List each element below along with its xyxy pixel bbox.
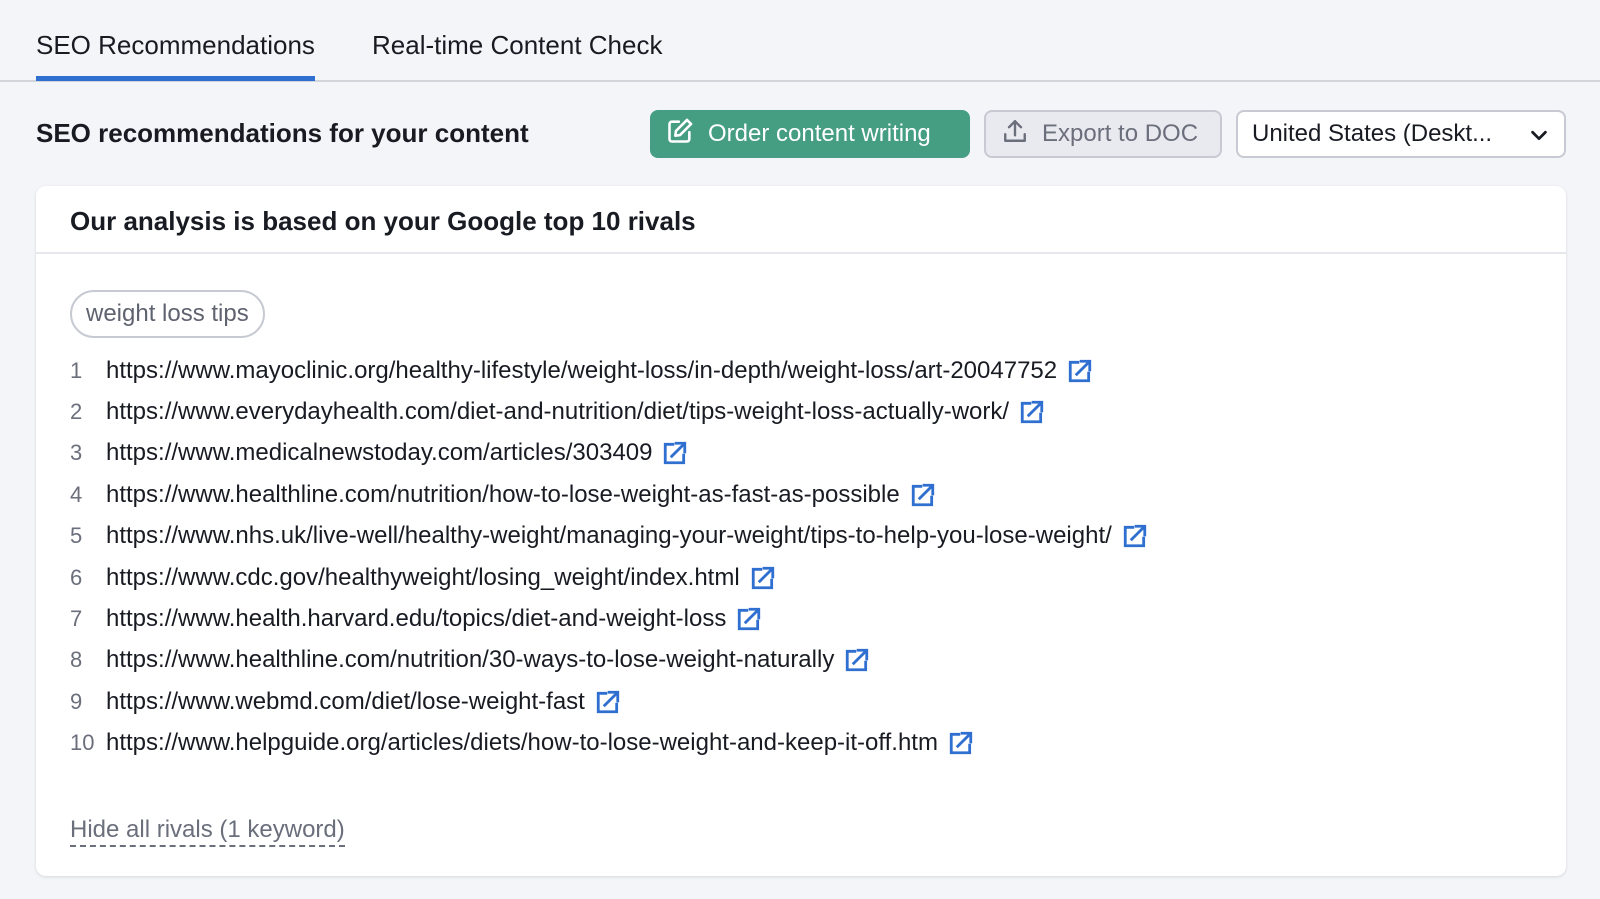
tab-real-time-content-check[interactable]: Real-time Content Check	[372, 30, 662, 61]
rivals-list: 1 https://www.mayoclinic.org/healthy-life…	[70, 350, 1148, 764]
rival-item: 7 https://www.health.harvard.edu/topics/d…	[70, 598, 1148, 639]
rivals-card: Our analysis is based on your Google top…	[36, 186, 1566, 876]
rival-item: 3 https://www.medicalnewstoday.com/articl…	[70, 433, 1148, 474]
rival-rank: 4	[70, 481, 83, 507]
order-content-writing-label: Order content writing	[708, 120, 931, 147]
rival-rank: 6	[70, 564, 83, 590]
rival-rank: 1	[70, 357, 83, 383]
upload-icon	[1002, 118, 1028, 151]
keyword-chip[interactable]: weight loss tips	[70, 290, 265, 338]
rival-url: https://www.health.harvard.edu/topics/di…	[106, 605, 727, 633]
edit-icon	[666, 117, 694, 152]
tab-bar: SEO Recommendations Real-time Content Ch…	[0, 0, 1600, 82]
rival-rank: 3	[70, 440, 83, 466]
external-link-icon[interactable]	[595, 689, 621, 715]
rival-rank: 5	[70, 523, 83, 549]
rival-rank: 7	[70, 606, 83, 632]
external-link-icon[interactable]	[736, 606, 762, 632]
tab-seo-recommendations[interactable]: SEO Recommendations	[36, 30, 315, 81]
rival-url: https://www.medicalnewstoday.com/article…	[106, 439, 653, 467]
external-link-icon[interactable]	[1067, 358, 1093, 384]
rival-rank: 2	[70, 399, 83, 425]
rival-url: https://www.webmd.com/diet/lose-weight-f…	[106, 687, 585, 715]
rival-url: https://www.cdc.gov/healthyweight/losing…	[106, 563, 740, 591]
external-link-icon[interactable]	[844, 647, 870, 673]
rival-url: https://www.nhs.uk/live-well/healthy-wei…	[106, 522, 1112, 550]
rival-url: https://www.healthline.com/nutrition/30-…	[106, 646, 835, 674]
section-title: SEO recommendations for your content	[36, 118, 529, 148]
chevron-down-icon	[1528, 124, 1550, 153]
hide-all-rivals-link[interactable]: Hide all rivals (1 keyword)	[70, 816, 345, 847]
rival-item: 6 https://www.cdc.gov/healthyweight/losin…	[70, 557, 1148, 598]
rival-url: https://www.everydayhealth.com/diet-and-…	[106, 398, 1010, 426]
rival-rank: 8	[70, 647, 83, 673]
order-content-writing-button[interactable]: Order content writing	[650, 110, 970, 158]
external-link-icon[interactable]	[662, 440, 688, 466]
rival-item: 10 https://www.helpguide.org/articles/die…	[70, 723, 1148, 764]
rival-item: 8 https://www.healthline.com/nutrition/30…	[70, 640, 1148, 681]
external-link-icon[interactable]	[948, 730, 974, 756]
rival-item: 1 https://www.mayoclinic.org/healthy-life…	[70, 350, 1148, 391]
export-to-doc-button[interactable]: Export to DOC	[984, 110, 1222, 158]
location-select-value: United States (Deskt...	[1252, 120, 1493, 147]
external-link-icon[interactable]	[910, 482, 936, 508]
location-select[interactable]: United States (Deskt...	[1236, 110, 1566, 158]
rival-item: 2 https://www.everydayhealth.com/diet-and…	[70, 391, 1148, 432]
export-to-doc-label: Export to DOC	[1042, 120, 1199, 147]
rival-url: https://www.healthline.com/nutrition/how…	[106, 480, 900, 508]
rival-item: 5 https://www.nhs.uk/live-well/healthy-we…	[70, 516, 1148, 557]
rival-url: https://www.mayoclinic.org/healthy-lifes…	[106, 356, 1058, 384]
rival-item: 9 https://www.webmd.com/diet/lose-weight-…	[70, 681, 1148, 722]
external-link-icon[interactable]	[750, 565, 776, 591]
rival-item: 4 https://www.healthline.com/nutrition/ho…	[70, 474, 1148, 515]
card-title: Our analysis is based on your Google top…	[36, 186, 1566, 254]
rival-url: https://www.helpguide.org/articles/diets…	[106, 729, 938, 757]
rival-rank: 10	[70, 730, 95, 756]
rival-rank: 9	[70, 688, 83, 714]
external-link-icon[interactable]	[1122, 523, 1148, 549]
external-link-icon[interactable]	[1019, 399, 1045, 425]
